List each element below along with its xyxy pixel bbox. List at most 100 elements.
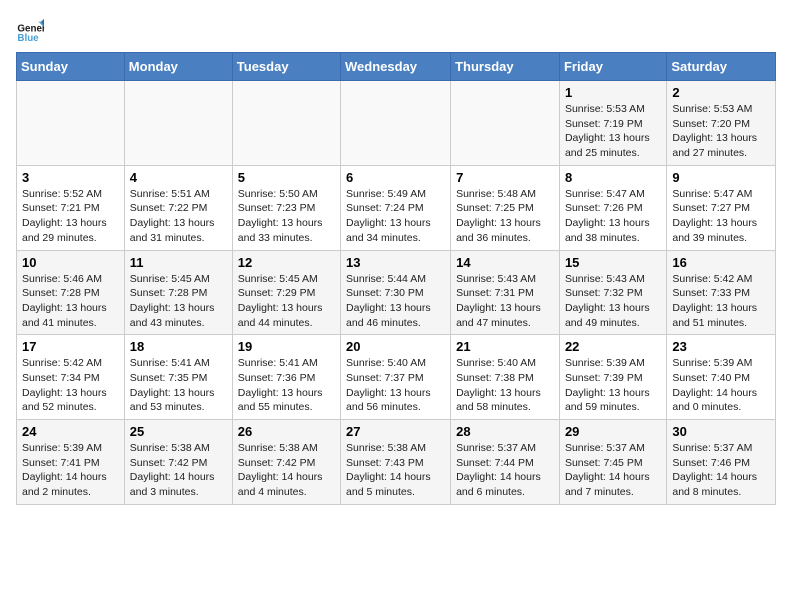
calendar-cell: 25 Sunrise: 5:38 AM Sunset: 7:42 PM Dayli… [124,420,232,505]
calendar-cell: 10 Sunrise: 5:46 AM Sunset: 7:28 PM Dayli… [17,250,125,335]
weekday-header-friday: Friday [559,53,666,81]
day-info: Sunrise: 5:45 AM Sunset: 7:29 PM Dayligh… [238,272,335,331]
calendar-table: SundayMondayTuesdayWednesdayThursdayFrid… [16,52,776,505]
calendar-cell: 7Sunrise: 5:48 AM Sunset: 7:25 PM Daylig… [451,165,560,250]
calendar-cell: 1 Sunrise: 5:53 AM Sunset: 7:19 PM Daylig… [559,81,666,166]
svg-text:Blue: Blue [17,33,39,44]
day-number: 28 [456,424,554,439]
day-number: 10 [22,255,119,270]
day-info: Sunrise: 5:39 AM Sunset: 7:39 PM Dayligh… [565,356,661,415]
day-number: 15 [565,255,661,270]
day-info: Sunrise: 5:42 AM Sunset: 7:33 PM Dayligh… [672,272,770,331]
calendar-cell [124,81,232,166]
day-number: 6 [346,170,445,185]
day-info: Sunrise: 5:44 AM Sunset: 7:30 PM Dayligh… [346,272,445,331]
day-info: Sunrise: 5:38 AM Sunset: 7:43 PM Dayligh… [346,441,445,500]
calendar-cell: 16 Sunrise: 5:42 AM Sunset: 7:33 PM Dayli… [667,250,776,335]
calendar-cell: 19 Sunrise: 5:41 AM Sunset: 7:36 PM Dayli… [232,335,340,420]
day-number: 17 [22,339,119,354]
day-number: 24 [22,424,119,439]
calendar-cell: 28 Sunrise: 5:37 AM Sunset: 7:44 PM Dayli… [451,420,560,505]
day-number: 21 [456,339,554,354]
day-info: Sunrise: 5:52 AM Sunset: 7:21 PM Dayligh… [22,187,119,246]
day-info: Sunrise: 5:39 AM Sunset: 7:41 PM Dayligh… [22,441,119,500]
day-number: 29 [565,424,661,439]
day-number: 25 [130,424,227,439]
weekday-header-monday: Monday [124,53,232,81]
day-number: 22 [565,339,661,354]
day-number: 26 [238,424,335,439]
calendar-cell [17,81,125,166]
weekday-header-thursday: Thursday [451,53,560,81]
calendar-cell: 14 Sunrise: 5:43 AM Sunset: 7:31 PM Dayli… [451,250,560,335]
day-info: Sunrise: 5:53 AM Sunset: 7:20 PM Dayligh… [672,102,770,161]
day-number: 13 [346,255,445,270]
calendar-cell: 3 Sunrise: 5:52 AM Sunset: 7:21 PM Daylig… [17,165,125,250]
calendar-cell: 23 Sunrise: 5:39 AM Sunset: 7:40 PM Dayli… [667,335,776,420]
day-info: Sunrise: 5:46 AM Sunset: 7:28 PM Dayligh… [22,272,119,331]
calendar-cell: 26 Sunrise: 5:38 AM Sunset: 7:42 PM Dayli… [232,420,340,505]
day-info: Sunrise: 5:40 AM Sunset: 7:37 PM Dayligh… [346,356,445,415]
day-number: 16 [672,255,770,270]
weekday-header-wednesday: Wednesday [341,53,451,81]
day-number: 18 [130,339,227,354]
day-info: Sunrise: 5:50 AM Sunset: 7:23 PM Dayligh… [238,187,335,246]
calendar-cell: 18 Sunrise: 5:41 AM Sunset: 7:35 PM Dayli… [124,335,232,420]
day-info: Sunrise: 5:51 AM Sunset: 7:22 PM Dayligh… [130,187,227,246]
day-number: 5 [238,170,335,185]
calendar-cell: 8 Sunrise: 5:47 AM Sunset: 7:26 PM Daylig… [559,165,666,250]
weekday-header-saturday: Saturday [667,53,776,81]
day-info: Sunrise: 5:43 AM Sunset: 7:31 PM Dayligh… [456,272,554,331]
calendar-cell: 27 Sunrise: 5:38 AM Sunset: 7:43 PM Dayli… [341,420,451,505]
calendar-cell: 20 Sunrise: 5:40 AM Sunset: 7:37 PM Dayli… [341,335,451,420]
day-info: Sunrise: 5:41 AM Sunset: 7:35 PM Dayligh… [130,356,227,415]
day-number: 20 [346,339,445,354]
day-number: 9 [672,170,770,185]
day-number: 4 [130,170,227,185]
calendar-cell: 22 Sunrise: 5:39 AM Sunset: 7:39 PM Dayli… [559,335,666,420]
day-info: Sunrise: 5:37 AM Sunset: 7:44 PM Dayligh… [456,441,554,500]
day-info: Sunrise: 5:53 AM Sunset: 7:19 PM Dayligh… [565,102,661,161]
day-number: 8 [565,170,661,185]
calendar-header: SundayMondayTuesdayWednesdayThursdayFrid… [17,53,776,81]
calendar-cell: 24 Sunrise: 5:39 AM Sunset: 7:41 PM Dayli… [17,420,125,505]
calendar-cell [232,81,340,166]
day-number: 23 [672,339,770,354]
day-info: Sunrise: 5:49 AM Sunset: 7:24 PM Dayligh… [346,187,445,246]
calendar-cell: 13 Sunrise: 5:44 AM Sunset: 7:30 PM Dayli… [341,250,451,335]
calendar-cell: 12Sunrise: 5:45 AM Sunset: 7:29 PM Dayli… [232,250,340,335]
calendar-cell: 11 Sunrise: 5:45 AM Sunset: 7:28 PM Dayli… [124,250,232,335]
weekday-header-tuesday: Tuesday [232,53,340,81]
day-number: 3 [22,170,119,185]
calendar-cell: 9 Sunrise: 5:47 AM Sunset: 7:27 PM Daylig… [667,165,776,250]
day-number: 1 [565,85,661,100]
day-number: 30 [672,424,770,439]
day-info: Sunrise: 5:37 AM Sunset: 7:45 PM Dayligh… [565,441,661,500]
page-header: General Blue [16,16,776,44]
day-number: 19 [238,339,335,354]
calendar-cell: 4 Sunrise: 5:51 AM Sunset: 7:22 PM Daylig… [124,165,232,250]
day-info: Sunrise: 5:38 AM Sunset: 7:42 PM Dayligh… [130,441,227,500]
calendar-cell: 30 Sunrise: 5:37 AM Sunset: 7:46 PM Dayli… [667,420,776,505]
day-number: 14 [456,255,554,270]
day-info: Sunrise: 5:39 AM Sunset: 7:40 PM Dayligh… [672,356,770,415]
day-number: 11 [130,255,227,270]
calendar-cell: 17Sunrise: 5:42 AM Sunset: 7:34 PM Dayli… [17,335,125,420]
day-info: Sunrise: 5:41 AM Sunset: 7:36 PM Dayligh… [238,356,335,415]
day-info: Sunrise: 5:37 AM Sunset: 7:46 PM Dayligh… [672,441,770,500]
calendar-cell: 29 Sunrise: 5:37 AM Sunset: 7:45 PM Dayli… [559,420,666,505]
day-number: 27 [346,424,445,439]
day-number: 2 [672,85,770,100]
day-info: Sunrise: 5:47 AM Sunset: 7:27 PM Dayligh… [672,187,770,246]
calendar-cell: 15 Sunrise: 5:43 AM Sunset: 7:32 PM Dayli… [559,250,666,335]
calendar-cell: 21Sunrise: 5:40 AM Sunset: 7:38 PM Dayli… [451,335,560,420]
calendar-cell [451,81,560,166]
day-info: Sunrise: 5:38 AM Sunset: 7:42 PM Dayligh… [238,441,335,500]
day-info: Sunrise: 5:43 AM Sunset: 7:32 PM Dayligh… [565,272,661,331]
calendar-cell: 5 Sunrise: 5:50 AM Sunset: 7:23 PM Daylig… [232,165,340,250]
logo: General Blue [16,16,48,44]
calendar-cell: 2 Sunrise: 5:53 AM Sunset: 7:20 PM Daylig… [667,81,776,166]
day-info: Sunrise: 5:48 AM Sunset: 7:25 PM Dayligh… [456,187,554,246]
day-info: Sunrise: 5:47 AM Sunset: 7:26 PM Dayligh… [565,187,661,246]
day-info: Sunrise: 5:45 AM Sunset: 7:28 PM Dayligh… [130,272,227,331]
